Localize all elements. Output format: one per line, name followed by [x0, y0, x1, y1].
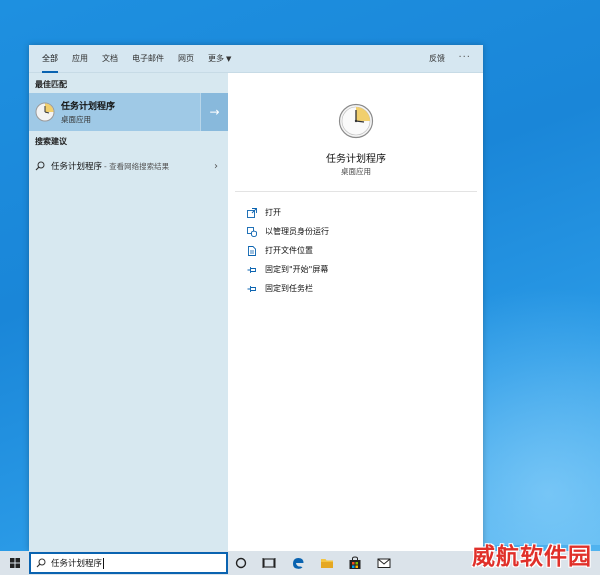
- app-actions-list: 打开 以管理员身份运行 打开文件位置 固定到"开始"屏幕 固定到任务栏: [247, 203, 329, 298]
- tab-email[interactable]: 电子邮件: [125, 45, 171, 73]
- microsoft-store-icon[interactable]: [348, 556, 362, 570]
- search-icon: [36, 558, 46, 568]
- search-filter-bar: 全部 应用 文档 电子邮件 网页 更多 ▼ 反馈 ···: [29, 45, 483, 73]
- file-location-icon: [248, 245, 256, 256]
- suggestions-heading: 搜索建议: [35, 137, 67, 146]
- best-match-name: 任务计划程序: [61, 102, 116, 112]
- open-file-location-action[interactable]: 打开文件位置: [247, 241, 329, 260]
- arrow-right-icon: →: [209, 105, 220, 119]
- feedback-button[interactable]: 反馈: [429, 45, 445, 73]
- app-type: 桌面应用: [341, 167, 371, 176]
- filter-tabs: 全部 应用 文档 电子邮件 网页 更多 ▼: [35, 45, 238, 73]
- suggestion-hint: - 查看网络搜索结果: [104, 161, 170, 171]
- app-title: 任务计划程序: [326, 154, 386, 165]
- shield-icon: [247, 226, 257, 237]
- best-match-result[interactable]: 任务计划程序 桌面应用 →: [29, 93, 228, 131]
- text-cursor: [103, 558, 105, 569]
- tab-apps[interactable]: 应用: [65, 45, 95, 73]
- pin-icon: [247, 266, 256, 273]
- web-suggestion-item[interactable]: 任务计划程序 - 查看网络搜索结果 ›: [29, 155, 228, 177]
- run-as-admin-action[interactable]: 以管理员身份运行: [247, 222, 329, 241]
- pin-to-start-action[interactable]: 固定到"开始"屏幕: [247, 260, 329, 279]
- task-scheduler-large-icon: [338, 103, 374, 139]
- expand-arrow-button[interactable]: →: [200, 93, 228, 131]
- more-options-button[interactable]: ···: [458, 45, 471, 73]
- app-detail-pane: 任务计划程序 桌面应用 打开 以管理员身份运行 打开文件位置 固定到"开始"屏幕…: [235, 81, 477, 547]
- open-action[interactable]: 打开: [247, 203, 329, 222]
- start-search-panel: 全部 应用 文档 电子邮件 网页 更多 ▼ 反馈 ··· 最佳匹配 任务计划程序 …: [29, 45, 483, 551]
- file-explorer-icon[interactable]: [320, 556, 334, 570]
- chevron-right-icon: ›: [214, 160, 218, 172]
- search-icon: [35, 161, 45, 171]
- tab-all[interactable]: 全部: [35, 45, 65, 73]
- pin-to-taskbar-action[interactable]: 固定到任务栏: [247, 279, 329, 298]
- chevron-down-icon: ▼: [226, 55, 232, 63]
- results-list: 最佳匹配 任务计划程序 桌面应用 → 搜索建议 任务计划程序 - 查看网络搜索结…: [29, 73, 228, 551]
- open-icon: [247, 207, 257, 218]
- mail-icon[interactable]: [377, 556, 391, 570]
- taskbar-search-box[interactable]: 任务计划程序: [29, 552, 228, 574]
- search-query-text: 任务计划程序: [51, 558, 105, 569]
- tab-web[interactable]: 网页: [171, 45, 201, 73]
- task-view-icon[interactable]: [262, 556, 276, 570]
- best-match-type: 桌面应用: [61, 115, 91, 124]
- tab-more[interactable]: 更多 ▼: [201, 45, 238, 73]
- best-match-heading: 最佳匹配: [35, 80, 67, 89]
- app-detail-header: 任务计划程序 桌面应用: [235, 81, 477, 192]
- task-scheduler-icon: [35, 102, 55, 122]
- site-watermark: 威航软件园: [472, 544, 592, 570]
- windows-start-icon[interactable]: [10, 558, 20, 568]
- cortana-icon[interactable]: [234, 556, 248, 570]
- pin-icon: [247, 285, 256, 292]
- tab-documents[interactable]: 文档: [95, 45, 125, 73]
- suggestion-text: 任务计划程序: [51, 162, 103, 172]
- edge-browser-icon[interactable]: [291, 556, 305, 570]
